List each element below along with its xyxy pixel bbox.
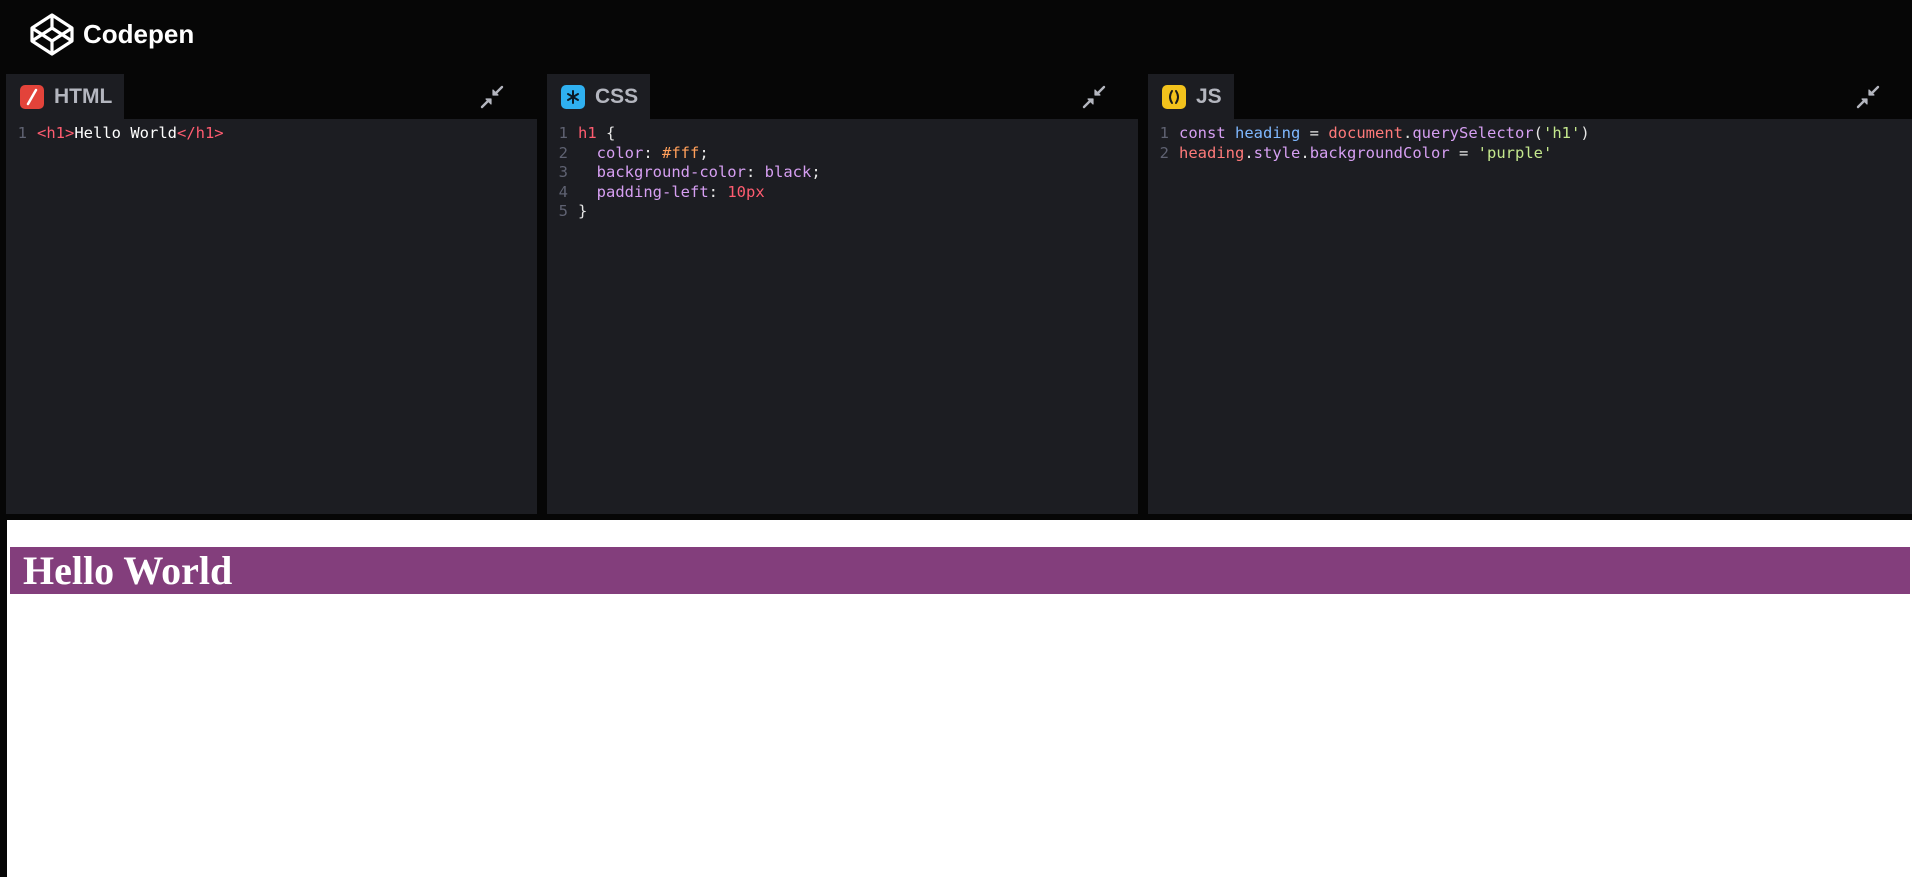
code-line[interactable]: 4 padding-left: 10px: [547, 183, 1138, 203]
code-line[interactable]: 5}: [547, 202, 1138, 222]
line-number: 1: [558, 124, 568, 142]
code-token: querySelector: [1412, 124, 1534, 142]
preview-pane: Hello World: [0, 520, 1912, 877]
html-code-editor[interactable]: 1 <h1>Hello World</h1>: [6, 119, 537, 514]
code-token: Hello World: [74, 124, 177, 142]
code-token: heading: [1179, 143, 1245, 162]
js-editor-panel: JS 1 const heading = document.querySelect…: [1148, 74, 1912, 514]
tab-css[interactable]: CSS: [547, 74, 651, 119]
css-badge-icon: [561, 84, 585, 109]
line-number: 2: [558, 143, 568, 162]
line-number: 2: [1159, 143, 1169, 162]
line-number: 1: [1159, 124, 1169, 142]
code-token: heading: [1235, 124, 1301, 142]
code-token: ;: [811, 163, 821, 181]
css-code-editor[interactable]: 1 h1 {2 color: #fff; 3 background-color: b…: [547, 119, 1138, 514]
code-text: background-color: black;: [578, 163, 821, 183]
code-text: }: [578, 202, 587, 222]
tab-html[interactable]: HTML: [6, 74, 125, 119]
code-token: :: [745, 163, 765, 181]
code-token: padding-left: [578, 182, 709, 201]
code-token: const: [1179, 124, 1235, 142]
code-token: :: [643, 143, 662, 162]
line-number: 4: [558, 182, 568, 201]
code-token: 10px: [727, 182, 765, 201]
code-token: 'purple': [1477, 143, 1553, 162]
tab-css-label: CSS: [595, 84, 639, 108]
code-token: (: [1533, 124, 1543, 142]
js-badge-icon: [1162, 84, 1186, 109]
js-code-editor[interactable]: 1 const heading = document.querySelector(…: [1148, 119, 1912, 514]
minimize-html-icon[interactable]: [479, 84, 505, 110]
code-token: h1: [578, 124, 597, 142]
code-text: color: #fff;: [578, 144, 709, 164]
code-token: .: [1244, 143, 1254, 162]
tab-js[interactable]: JS: [1148, 74, 1234, 119]
code-text: heading.style.backgroundColor = 'purple': [1179, 144, 1552, 164]
code-token: =: [1300, 124, 1329, 142]
minimize-js-icon[interactable]: [1855, 84, 1881, 110]
code-line[interactable]: 1 h1 {: [547, 124, 1138, 144]
code-token: 'h1': [1543, 124, 1581, 142]
code-line[interactable]: 2 color: #fff;: [547, 144, 1138, 164]
code-token: {: [596, 124, 616, 142]
code-token: color: [578, 143, 644, 162]
code-line[interactable]: 2 heading.style.backgroundColor = 'purple…: [1148, 144, 1912, 164]
top-bar: Codepen: [0, 0, 1912, 68]
html-badge-icon: [20, 84, 44, 109]
line-number: 5: [558, 202, 568, 220]
code-token: <h1>: [37, 124, 75, 142]
code-token: =: [1449, 143, 1478, 162]
line-number: 1: [17, 124, 27, 142]
code-text: const heading = document.querySelector('…: [1179, 124, 1590, 144]
code-token: .: [1402, 124, 1413, 142]
code-token: #fff: [662, 143, 700, 162]
code-line[interactable]: 1 const heading = document.querySelector(…: [1148, 124, 1912, 144]
code-token: }: [578, 202, 588, 220]
code-token: </h1>: [176, 124, 224, 142]
code-token: style: [1253, 143, 1301, 162]
code-token: ;: [699, 143, 709, 162]
preview-heading: Hello World: [10, 547, 1910, 594]
code-text: padding-left: 10px: [578, 183, 765, 203]
code-line[interactable]: 3 background-color: black;: [547, 163, 1138, 183]
code-token: black: [764, 163, 812, 181]
code-token: document: [1328, 124, 1403, 142]
code-text: h1 {: [578, 124, 615, 144]
code-token: .: [1300, 143, 1310, 162]
line-number: 3: [558, 163, 568, 181]
app-name[interactable]: Codepen: [83, 18, 194, 50]
codepen-logo-icon[interactable]: [29, 12, 75, 56]
code-token: :: [708, 182, 728, 201]
code-token: background-color: [578, 163, 746, 181]
code-token: ): [1580, 124, 1590, 142]
code-token: backgroundColor: [1309, 143, 1450, 162]
tab-js-label: JS: [1196, 84, 1222, 108]
css-editor-panel: CSS 1 h1 {2 color: #fff; 3 background-colo…: [547, 74, 1138, 514]
code-text: <h1>Hello World</h1>: [37, 124, 224, 144]
tab-html-label: HTML: [54, 84, 113, 108]
code-line[interactable]: 1 <h1>Hello World</h1>: [6, 124, 537, 144]
minimize-css-icon[interactable]: [1081, 84, 1107, 110]
html-editor-panel: HTML 1 <h1>Hello World</h1>: [6, 74, 537, 514]
